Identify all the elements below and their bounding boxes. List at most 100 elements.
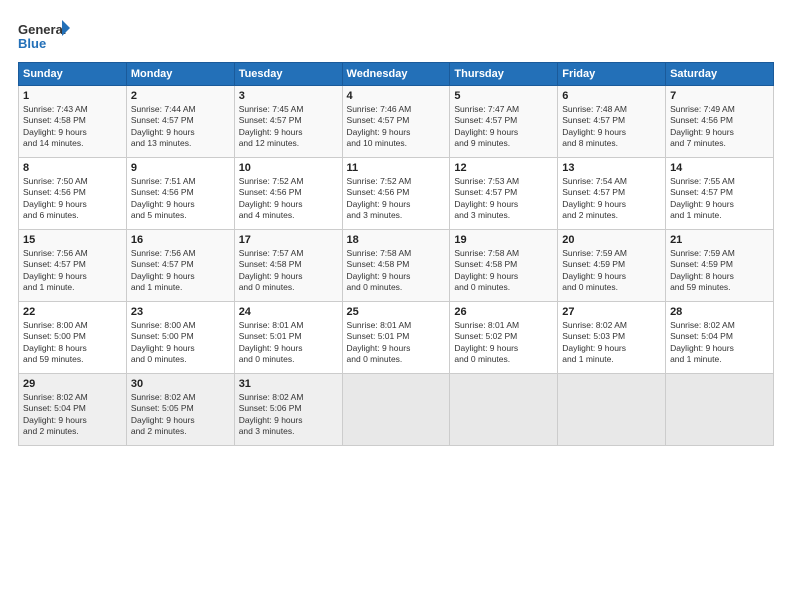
calendar-week-4: 22 Sunrise: 8:00 AM Sunset: 5:00 PM Dayli… [19, 302, 774, 374]
header: General Blue [18, 18, 774, 54]
calendar-week-3: 15 Sunrise: 7:56 AM Sunset: 4:57 PM Dayli… [19, 230, 774, 302]
day-info: Sunrise: 8:01 AM Sunset: 5:01 PM Dayligh… [347, 320, 446, 366]
calendar-page: General Blue SundayMondayTuesdayWednesda… [0, 0, 792, 612]
calendar-cell: 14Sunrise: 7:55 AM Sunset: 4:57 PM Dayli… [666, 158, 774, 230]
calendar-cell: 26Sunrise: 8:01 AM Sunset: 5:02 PM Dayli… [450, 302, 558, 374]
calendar-cell: 11 Sunrise: 7:52 AM Sunset: 4:56 PM Dayli… [342, 158, 450, 230]
calendar-cell: 28Sunrise: 8:02 AM Sunset: 5:04 PM Dayli… [666, 302, 774, 374]
logo-svg: General Blue [18, 18, 70, 54]
day-number: 9 [131, 162, 230, 174]
day-number: 17 [239, 234, 338, 246]
day-info: Sunrise: 8:01 AM Sunset: 5:01 PM Dayligh… [239, 320, 338, 366]
day-info: Sunrise: 7:50 AM Sunset: 4:56 PM Dayligh… [23, 176, 122, 222]
day-info: Sunrise: 8:02 AM Sunset: 5:06 PM Dayligh… [239, 392, 338, 438]
day-number: 22 [23, 306, 122, 318]
day-info: Sunrise: 8:01 AM Sunset: 5:02 PM Dayligh… [454, 320, 553, 366]
day-number: 12 [454, 162, 553, 174]
col-header-wednesday: Wednesday [342, 63, 450, 86]
day-number: 10 [239, 162, 338, 174]
logo: General Blue [18, 18, 70, 54]
day-number: 25 [347, 306, 446, 318]
calendar-cell: 29Sunrise: 8:02 AM Sunset: 5:04 PM Dayli… [19, 374, 127, 446]
day-number: 1 [23, 90, 122, 102]
calendar-cell: 20Sunrise: 7:59 AM Sunset: 4:59 PM Dayli… [558, 230, 666, 302]
calendar-table: SundayMondayTuesdayWednesdayThursdayFrid… [18, 62, 774, 446]
day-info: Sunrise: 7:53 AM Sunset: 4:57 PM Dayligh… [454, 176, 553, 222]
day-info: Sunrise: 8:02 AM Sunset: 5:03 PM Dayligh… [562, 320, 661, 366]
day-number: 27 [562, 306, 661, 318]
day-info: Sunrise: 8:00 AM Sunset: 5:00 PM Dayligh… [131, 320, 230, 366]
day-info: Sunrise: 7:58 AM Sunset: 4:58 PM Dayligh… [347, 248, 446, 294]
calendar-week-1: 1 Sunrise: 7:43 AM Sunset: 4:58 PM Daylig… [19, 86, 774, 158]
calendar-cell: 4Sunrise: 7:46 AM Sunset: 4:57 PM Daylig… [342, 86, 450, 158]
day-info: Sunrise: 8:02 AM Sunset: 5:04 PM Dayligh… [23, 392, 122, 438]
calendar-cell: 27 Sunrise: 8:02 AM Sunset: 5:03 PM Dayli… [558, 302, 666, 374]
day-number: 20 [562, 234, 661, 246]
day-number: 14 [670, 162, 769, 174]
day-info: Sunrise: 7:54 AM Sunset: 4:57 PM Dayligh… [562, 176, 661, 222]
day-info: Sunrise: 8:02 AM Sunset: 5:05 PM Dayligh… [131, 392, 230, 438]
calendar-cell: 9 Sunrise: 7:51 AM Sunset: 4:56 PM Daylig… [126, 158, 234, 230]
col-header-thursday: Thursday [450, 63, 558, 86]
day-number: 23 [131, 306, 230, 318]
calendar-cell [666, 374, 774, 446]
day-number: 6 [562, 90, 661, 102]
day-info: Sunrise: 7:56 AM Sunset: 4:57 PM Dayligh… [131, 248, 230, 294]
day-info: Sunrise: 7:45 AM Sunset: 4:57 PM Dayligh… [239, 104, 338, 150]
day-number: 11 [347, 162, 446, 174]
calendar-header-row: SundayMondayTuesdayWednesdayThursdayFrid… [19, 63, 774, 86]
day-info: Sunrise: 7:56 AM Sunset: 4:57 PM Dayligh… [23, 248, 122, 294]
day-number: 13 [562, 162, 661, 174]
day-info: Sunrise: 8:00 AM Sunset: 5:00 PM Dayligh… [23, 320, 122, 366]
svg-text:General: General [18, 22, 66, 37]
day-info: Sunrise: 7:49 AM Sunset: 4:56 PM Dayligh… [670, 104, 769, 150]
calendar-cell: 3Sunrise: 7:45 AM Sunset: 4:57 PM Daylig… [234, 86, 342, 158]
day-number: 4 [347, 90, 446, 102]
day-info: Sunrise: 7:59 AM Sunset: 4:59 PM Dayligh… [670, 248, 769, 294]
day-info: Sunrise: 7:47 AM Sunset: 4:57 PM Dayligh… [454, 104, 553, 150]
day-info: Sunrise: 7:48 AM Sunset: 4:57 PM Dayligh… [562, 104, 661, 150]
day-number: 16 [131, 234, 230, 246]
calendar-cell: 12 Sunrise: 7:53 AM Sunset: 4:57 PM Dayli… [450, 158, 558, 230]
calendar-cell: 7 Sunrise: 7:49 AM Sunset: 4:56 PM Daylig… [666, 86, 774, 158]
calendar-cell: 31 Sunrise: 8:02 AM Sunset: 5:06 PM Dayli… [234, 374, 342, 446]
day-info: Sunrise: 7:52 AM Sunset: 4:56 PM Dayligh… [239, 176, 338, 222]
day-number: 2 [131, 90, 230, 102]
calendar-cell: 17 Sunrise: 7:57 AM Sunset: 4:58 PM Dayli… [234, 230, 342, 302]
day-info: Sunrise: 7:58 AM Sunset: 4:58 PM Dayligh… [454, 248, 553, 294]
day-number: 7 [670, 90, 769, 102]
calendar-cell [342, 374, 450, 446]
day-number: 5 [454, 90, 553, 102]
calendar-cell: 5 Sunrise: 7:47 AM Sunset: 4:57 PM Daylig… [450, 86, 558, 158]
calendar-cell: 15 Sunrise: 7:56 AM Sunset: 4:57 PM Dayli… [19, 230, 127, 302]
day-info: Sunrise: 8:02 AM Sunset: 5:04 PM Dayligh… [670, 320, 769, 366]
calendar-week-5: 29Sunrise: 8:02 AM Sunset: 5:04 PM Dayli… [19, 374, 774, 446]
day-info: Sunrise: 7:43 AM Sunset: 4:58 PM Dayligh… [23, 104, 122, 150]
calendar-cell: 13 Sunrise: 7:54 AM Sunset: 4:57 PM Dayli… [558, 158, 666, 230]
day-number: 8 [23, 162, 122, 174]
day-info: Sunrise: 7:51 AM Sunset: 4:56 PM Dayligh… [131, 176, 230, 222]
calendar-cell: 16 Sunrise: 7:56 AM Sunset: 4:57 PM Dayli… [126, 230, 234, 302]
col-header-tuesday: Tuesday [234, 63, 342, 86]
day-number: 24 [239, 306, 338, 318]
calendar-cell: 22 Sunrise: 8:00 AM Sunset: 5:00 PM Dayli… [19, 302, 127, 374]
calendar-cell: 2 Sunrise: 7:44 AM Sunset: 4:57 PM Daylig… [126, 86, 234, 158]
day-number: 31 [239, 378, 338, 390]
col-header-sunday: Sunday [19, 63, 127, 86]
day-number: 30 [131, 378, 230, 390]
col-header-friday: Friday [558, 63, 666, 86]
calendar-cell [450, 374, 558, 446]
day-info: Sunrise: 7:52 AM Sunset: 4:56 PM Dayligh… [347, 176, 446, 222]
calendar-cell: 18 Sunrise: 7:58 AM Sunset: 4:58 PM Dayli… [342, 230, 450, 302]
calendar-cell [558, 374, 666, 446]
day-number: 15 [23, 234, 122, 246]
day-number: 18 [347, 234, 446, 246]
day-info: Sunrise: 7:57 AM Sunset: 4:58 PM Dayligh… [239, 248, 338, 294]
calendar-cell: 30 Sunrise: 8:02 AM Sunset: 5:05 PM Dayli… [126, 374, 234, 446]
day-number: 21 [670, 234, 769, 246]
col-header-saturday: Saturday [666, 63, 774, 86]
calendar-cell: 6 Sunrise: 7:48 AM Sunset: 4:57 PM Daylig… [558, 86, 666, 158]
calendar-week-2: 8 Sunrise: 7:50 AM Sunset: 4:56 PM Daylig… [19, 158, 774, 230]
svg-text:Blue: Blue [18, 36, 46, 51]
day-info: Sunrise: 7:44 AM Sunset: 4:57 PM Dayligh… [131, 104, 230, 150]
